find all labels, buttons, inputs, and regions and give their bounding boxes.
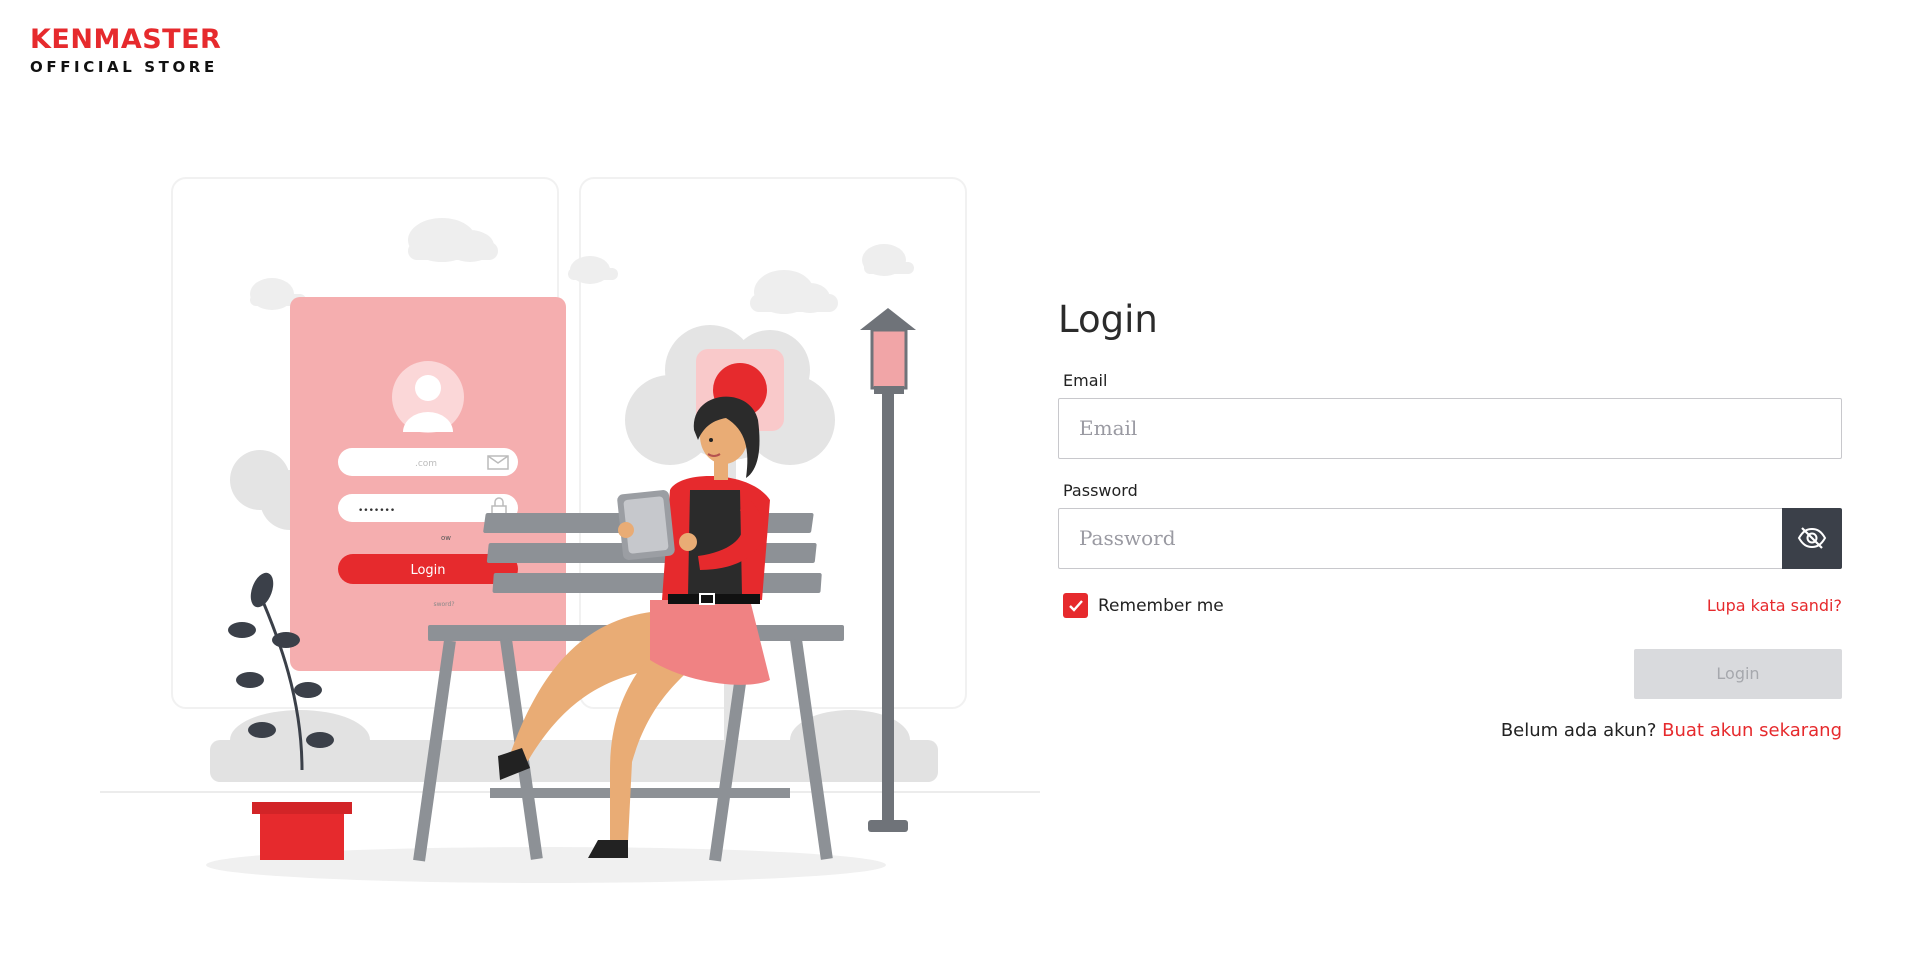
- login-submit-button[interactable]: Login: [1634, 648, 1842, 699]
- eye-off-icon: [1797, 527, 1827, 549]
- email-label: Email: [1063, 370, 1108, 390]
- options-row: Remember me Lupa kata sandi?: [1058, 593, 1842, 619]
- password-group: Password: [1058, 481, 1842, 569]
- email-input[interactable]: [1058, 397, 1842, 459]
- password-row: [1058, 507, 1842, 569]
- login-illustration: .com ••••••• ow Login sword?: [100, 177, 1040, 883]
- email-group: Email: [1058, 371, 1842, 459]
- login-title: Login: [1058, 298, 1158, 341]
- signup-row: Belum ada akun? Buat akun sekarang: [1058, 720, 1842, 741]
- checkbox-box[interactable]: [1063, 593, 1088, 619]
- password-input[interactable]: [1058, 507, 1782, 569]
- login-form: Login Email Password Remember me: [1058, 298, 1842, 741]
- signup-link[interactable]: Buat akun sekarang: [1662, 720, 1842, 741]
- brand-name: KENMASTER: [30, 24, 222, 55]
- password-label: Password: [1063, 480, 1138, 500]
- brand-tagline: OFFICIAL STORE: [30, 58, 218, 76]
- remember-me-label: Remember me: [1098, 595, 1224, 616]
- signup-prompt: Belum ada akun?: [1500, 719, 1657, 741]
- brand-logo[interactable]: KENMASTER OFFICIAL STORE: [30, 26, 221, 75]
- phone-login-button-label: Login: [410, 563, 445, 578]
- phone-small-text: ow: [441, 534, 451, 542]
- phone-forgot-text: sword?: [433, 601, 454, 608]
- check-icon: [1068, 600, 1083, 612]
- remember-me-checkbox[interactable]: Remember me: [1063, 593, 1224, 619]
- phone-email-text: .com: [415, 459, 437, 469]
- toggle-password-visibility-button[interactable]: [1782, 507, 1842, 569]
- forgot-password-link[interactable]: Lupa kata sandi?: [1707, 596, 1842, 615]
- phone-screen: [290, 297, 566, 671]
- phone-password-text: •••••••: [358, 506, 395, 516]
